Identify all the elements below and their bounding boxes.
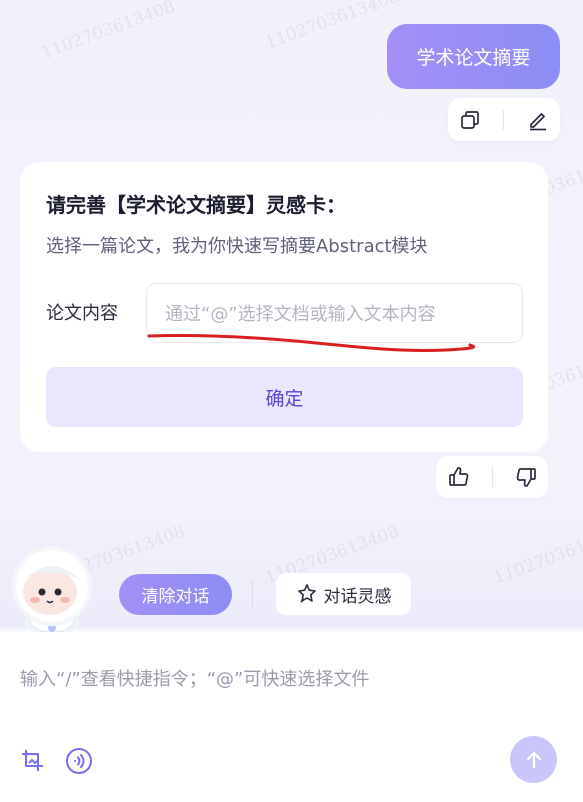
paper-content-placeholder: 通过“@”选择文档或输入文本内容 — [165, 304, 436, 325]
card-description: 选择一篇论文，我为你快速写摘要Abstract模块 — [46, 236, 428, 257]
paper-content-label: 论文内容 — [46, 303, 118, 324]
user-message-text: 学术论文摘要 — [416, 47, 531, 69]
crop-image-icon[interactable] — [20, 748, 46, 774]
voice-icon[interactable] — [64, 746, 94, 776]
watermark: 1102703613408 — [38, 0, 178, 64]
conversation-inspiration-button[interactable]: 对话灵感 — [276, 573, 411, 615]
clear-conversation-label: 清除对话 — [141, 587, 210, 607]
send-button[interactable] — [510, 736, 557, 783]
message-actions — [448, 98, 560, 141]
assistant-mascot-avatar — [2, 540, 102, 636]
red-underline-annotation — [147, 333, 475, 353]
composer-input[interactable]: 输入“/”查看快捷指令；“@”可快速选择文件 — [20, 665, 369, 691]
feedback-actions — [436, 456, 548, 498]
divider — [503, 109, 505, 130]
clear-conversation-button[interactable]: 清除对话 — [119, 574, 232, 615]
thumbs-down-icon[interactable] — [514, 465, 538, 489]
conversation-inspiration-label: 对话灵感 — [323, 586, 392, 607]
thumbs-up-icon[interactable] — [447, 465, 471, 489]
watermark: 1102703613408 — [262, 0, 402, 54]
inspiration-card: 请完善【学术论文摘要】灵感卡： 选择一篇论文，我为你快速写摘要Abstract模… — [20, 162, 548, 452]
user-message-bubble: 学术论文摘要 — [387, 24, 560, 89]
copy-icon[interactable] — [459, 109, 481, 131]
watermark: 1102703613408 — [490, 521, 583, 589]
pencil-icon[interactable] — [527, 109, 549, 131]
divider — [491, 467, 493, 487]
card-title: 请完善【学术论文摘要】灵感卡： — [46, 193, 346, 217]
confirm-label: 确定 — [265, 387, 304, 410]
toolbar-divider — [252, 580, 253, 610]
sparkle-icon — [296, 583, 318, 605]
composer: 输入“/”查看快捷指令；“@”可快速选择文件 — [0, 632, 583, 802]
confirm-button[interactable]: 确定 — [46, 367, 523, 427]
arrow-up-icon — [524, 750, 544, 770]
